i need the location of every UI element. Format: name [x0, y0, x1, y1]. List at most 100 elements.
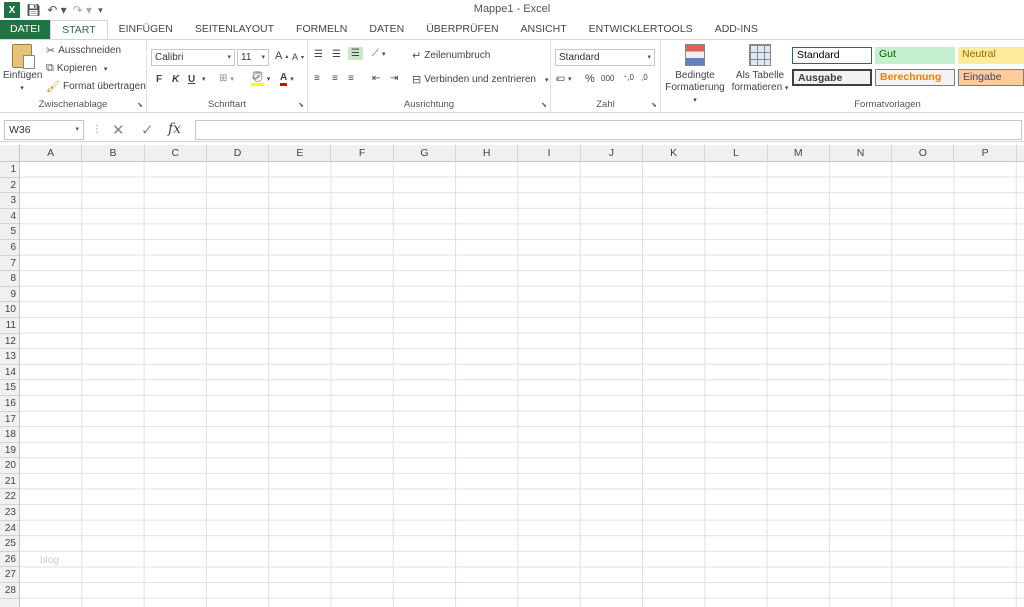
column-header[interactable]: B [82, 145, 145, 162]
row-header[interactable]: 14 [0, 365, 19, 381]
column-header[interactable]: A [20, 145, 83, 162]
align-right-icon[interactable]: ≡ [348, 73, 354, 84]
wrap-text-button[interactable]: ↵ Zeilenumbruch [412, 49, 490, 62]
column-header[interactable]: H [456, 145, 519, 162]
enter-icon[interactable]: ✓ [141, 121, 154, 139]
dialog-launcher-icon[interactable]: ⬊ [541, 101, 547, 109]
tab-entwicklertools[interactable]: ENTWICKLERTOOLS [578, 20, 704, 39]
cut-button[interactable]: ✂ Ausschneiden [46, 44, 121, 57]
decrease-decimal-icon[interactable]: ,0 [641, 73, 648, 82]
row-header[interactable]: 12 [0, 334, 19, 350]
tab-ansicht[interactable]: ANSICHT [510, 20, 578, 39]
number-format-select[interactable]: Standard ▾ [555, 49, 655, 66]
style-eingabe[interactable]: Eingabe [958, 69, 1024, 86]
dialog-launcher-icon[interactable]: ⬊ [298, 101, 304, 109]
tab-add-ins[interactable]: ADD-INS [704, 20, 769, 39]
row-header[interactable]: 21 [0, 474, 19, 490]
formula-input[interactable] [195, 120, 1022, 140]
font-size-select[interactable]: 11 ▾ [237, 49, 269, 66]
thousands-button[interactable]: 000 [601, 74, 614, 83]
name-box[interactable]: W36 ▾ [4, 120, 84, 140]
column-header[interactable]: D [207, 145, 270, 162]
more-options-icon[interactable]: ⋮ [92, 124, 102, 135]
column-header[interactable]: E [269, 145, 332, 162]
align-middle-icon[interactable]: ☰ [332, 49, 341, 60]
row-header[interactable]: 9 [0, 287, 19, 303]
row-header[interactable]: 5 [0, 224, 19, 240]
select-all-button[interactable] [0, 145, 20, 162]
row-header[interactable]: 28 [0, 583, 19, 599]
fill-color-icon[interactable]: 🪣︎ ▾ [251, 72, 270, 86]
increase-decimal-icon[interactable]: ⁺,0 [623, 73, 634, 82]
increase-indent-icon[interactable]: ⇥ [390, 73, 398, 84]
style-gut[interactable]: Gut [875, 47, 955, 64]
paste-button[interactable]: Einfügen ▾ [3, 44, 42, 95]
row-header[interactable]: 27 [0, 567, 19, 584]
column-header[interactable]: K [643, 145, 706, 162]
row-header[interactable]: 15 [0, 380, 19, 396]
tab-formeln[interactable]: FORMELN [285, 20, 358, 39]
row-header[interactable]: 11 [0, 318, 19, 334]
row-header[interactable]: 23 [0, 505, 19, 521]
tab-ueberpruefen[interactable]: ÜBERPRÜFEN [415, 20, 509, 39]
grow-font-icon[interactable]: A ▴ [275, 50, 288, 62]
cell-area[interactable] [20, 162, 1024, 607]
row-header[interactable]: 2 [0, 178, 19, 194]
decrease-indent-icon[interactable]: ⇤ [372, 73, 380, 84]
orientation-icon[interactable]: ⟋ ▾ [372, 48, 386, 59]
dialog-launcher-icon[interactable]: ⬊ [137, 101, 143, 109]
row-header[interactable]: 13 [0, 349, 19, 365]
percent-button[interactable]: % [585, 73, 595, 85]
column-header[interactable]: G [394, 145, 457, 162]
border-icon[interactable]: ⊞ ▾ [219, 73, 234, 84]
row-header[interactable]: 17 [0, 412, 19, 428]
align-center-icon[interactable]: ≡ [332, 73, 338, 84]
column-header[interactable]: P [954, 145, 1017, 162]
row-header[interactable]: 20 [0, 458, 19, 474]
row-header[interactable]: 22 [0, 489, 19, 506]
tab-datei[interactable]: DATEI [0, 20, 51, 39]
chevron-down-icon[interactable]: ▾ [202, 75, 206, 83]
tab-seitenlayout[interactable]: SEITENLAYOUT [184, 20, 285, 39]
tab-einfuegen[interactable]: EINFÜGEN [108, 20, 184, 39]
format-painter-button[interactable]: 🖌︎ Format übertragen [46, 80, 146, 93]
style-ausgabe[interactable]: Ausgabe [792, 69, 872, 86]
currency-icon[interactable]: 💶︎ ▾ [556, 73, 572, 84]
style-berechnung[interactable]: Berechnung [875, 69, 955, 86]
row-header[interactable]: 1 [0, 162, 19, 178]
font-name-select[interactable]: Calibri ▾ [151, 49, 235, 66]
column-header[interactable]: I [518, 145, 581, 162]
shrink-font-icon[interactable]: A ▾ [292, 52, 304, 62]
dialog-launcher-icon[interactable]: ⬊ [651, 101, 657, 109]
row-header[interactable]: 7 [0, 256, 19, 272]
row-header[interactable]: 6 [0, 240, 19, 256]
row-header[interactable]: 3 [0, 193, 19, 209]
align-bottom-icon[interactable]: ☰ [348, 47, 363, 60]
column-header[interactable]: C [145, 145, 207, 162]
row-header[interactable]: 8 [0, 271, 19, 287]
row-header[interactable]: 18 [0, 427, 19, 443]
italic-button[interactable]: K [172, 74, 179, 85]
row-header[interactable]: 16 [0, 396, 19, 412]
insert-function-button[interactable]: fx [168, 121, 181, 137]
row-header[interactable]: 24 [0, 521, 19, 537]
column-header[interactable]: L [705, 145, 768, 162]
row-header[interactable]: 10 [0, 302, 19, 318]
bold-button[interactable]: F [156, 74, 162, 85]
row-header[interactable]: 25 [0, 536, 19, 552]
conditional-formatting-button[interactable]: Bedingte Formatierung ▾ [663, 44, 727, 107]
column-header[interactable]: M [768, 145, 830, 162]
font-color-icon[interactable]: A ▾ [280, 72, 294, 86]
align-left-icon[interactable]: ≡ [314, 73, 320, 84]
column-header[interactable]: N [830, 145, 893, 162]
row-header[interactable]: 19 [0, 443, 19, 459]
merge-center-button[interactable]: ⊟ Verbinden und zentrieren ▾ [412, 73, 548, 86]
column-header[interactable]: O [892, 145, 955, 162]
row-header[interactable]: 26 [0, 552, 19, 568]
cancel-icon[interactable]: ✕ [112, 121, 125, 139]
style-standard[interactable]: Standard [792, 47, 872, 64]
column-header[interactable]: J [581, 145, 643, 162]
underline-button[interactable]: U [188, 74, 195, 85]
tab-start[interactable]: START [50, 20, 108, 39]
format-as-table-button[interactable]: Als Tabelle formatieren ▾ [729, 44, 791, 95]
